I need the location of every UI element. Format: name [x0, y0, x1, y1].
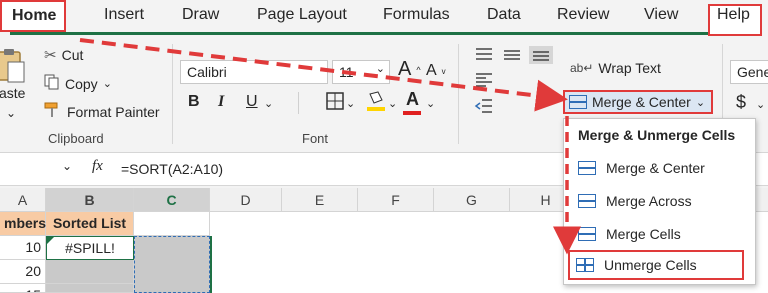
merge-center-icon [569, 95, 587, 109]
cell-a3[interactable]: 20 [0, 260, 46, 284]
column-header-f[interactable]: F [358, 188, 434, 212]
merge-cells-icon [578, 227, 596, 241]
font-size-value: 11 [339, 64, 354, 80]
clipboard-group-label: Clipboard [48, 131, 104, 146]
font-name-value: Calibri [187, 64, 227, 80]
increase-font-size-icon[interactable]: A ^ [398, 58, 421, 81]
format-painter-label: Format Painter [67, 103, 160, 120]
copy-dropdown-icon[interactable]: ⌄ [103, 77, 112, 90]
merge-across-icon [578, 194, 596, 208]
paste-icon[interactable] [0, 48, 28, 84]
underline-dropdown-icon[interactable]: ⌄ [264, 97, 273, 110]
currency-dropdown-icon[interactable]: ⌄ [756, 98, 765, 111]
chevron-down-icon[interactable]: ⌄ [376, 62, 385, 75]
font-size-box[interactable]: 11 ⌄ [332, 60, 390, 84]
decrease-indent-icon[interactable] [474, 98, 494, 119]
borders-dropdown-icon[interactable]: ⌄ [346, 97, 355, 110]
tab-view[interactable]: View [644, 6, 678, 24]
chevron-down-icon[interactable]: ⌄ [62, 159, 72, 173]
decrease-font-size-icon[interactable]: Av [426, 62, 446, 80]
ribbon-tab-bar: Home Insert Draw Page Layout Formulas Da… [0, 0, 768, 38]
cell-b3[interactable] [46, 260, 134, 284]
left-align-icon[interactable] [474, 72, 494, 93]
paste-dropdown-icon[interactable]: ⌄ [6, 106, 16, 120]
column-header-g[interactable]: G [434, 188, 510, 212]
column-header-b[interactable]: B [46, 188, 134, 212]
scissors-icon: ✂ [44, 47, 57, 64]
fill-color-icon[interactable] [366, 90, 386, 117]
tab-page-layout[interactable]: Page Layout [257, 6, 347, 24]
font-group-label: Font [302, 131, 329, 146]
copy-button[interactable]: Copy ⌄ [44, 74, 112, 93]
wrap-text-icon: ab↵ [570, 61, 594, 75]
column-header-d[interactable]: D [210, 188, 282, 212]
format-painter-button[interactable]: Format Painter [44, 102, 160, 121]
cell-a2[interactable]: 10 [0, 236, 46, 260]
cut-button[interactable]: ✂ Cut [44, 46, 83, 64]
menu-item-merge-across[interactable]: Merge Across [572, 186, 748, 216]
column-header-c[interactable]: C [134, 188, 210, 212]
selection-border [210, 236, 212, 293]
cell-a1[interactable]: mbers [0, 212, 46, 236]
tab-home-label: Home [12, 7, 57, 24]
tab-formulas[interactable]: Formulas [383, 6, 450, 24]
tab-home[interactable]: Home [0, 0, 758, 35]
menu-item-label: Unmerge Cells [604, 257, 697, 273]
merge-center-icon [578, 161, 596, 175]
italic-button[interactable]: I [218, 93, 224, 111]
wrap-text-label: Wrap Text [598, 60, 661, 76]
merge-dropdown-title: Merge & Unmerge Cells [578, 127, 736, 143]
formula-input[interactable]: =SORT(A2:A10) [121, 161, 223, 177]
menu-item-label: Merge Across [606, 193, 692, 209]
group-separator [172, 44, 173, 144]
menu-item-merge-center[interactable]: Merge & Center [572, 153, 748, 183]
fx-icon[interactable]: fx [92, 158, 103, 175]
fill-color-dropdown-icon[interactable]: ⌄ [388, 97, 397, 110]
cut-label: Cut [61, 47, 84, 63]
merge-dropdown-menu: Merge & Unmerge Cells Merge & Center Mer… [563, 118, 756, 285]
group-separator [458, 44, 459, 144]
copy-label: Copy [65, 75, 98, 92]
cell-b4[interactable] [46, 284, 134, 293]
divider [298, 92, 299, 114]
menu-item-label: Merge & Center [606, 160, 705, 176]
column-header-a[interactable]: A [0, 188, 46, 212]
error-indicator-icon [47, 237, 54, 244]
tab-help[interactable]: Help [717, 6, 750, 24]
cell-b1[interactable]: Sorted List [46, 212, 134, 236]
tab-insert[interactable]: Insert [104, 6, 144, 24]
tab-data[interactable]: Data [487, 6, 521, 24]
tab-draw[interactable]: Draw [182, 6, 219, 24]
column-header-e[interactable]: E [282, 188, 358, 212]
wrap-text-button[interactable]: ab↵ Wrap Text [570, 60, 661, 76]
bold-button[interactable]: B [188, 93, 200, 111]
currency-button[interactable]: $ [736, 92, 746, 113]
number-format-box[interactable]: Gene [730, 60, 768, 84]
number-format-value: Gene [737, 64, 768, 80]
font-color-swatch [403, 111, 421, 115]
paste-button[interactable]: aste [0, 85, 25, 101]
chevron-down-icon[interactable]: ⌄ [696, 96, 705, 109]
cell-b2[interactable]: #SPILL! [46, 236, 134, 260]
font-color-icon[interactable]: A [406, 89, 419, 110]
font-color-dropdown-icon[interactable]: ⌄ [426, 97, 435, 110]
tab-review[interactable]: Review [557, 6, 609, 24]
merge-center-label: Merge & Center [592, 94, 691, 110]
unmerge-cells-icon [576, 258, 594, 272]
active-tab-indicator [10, 32, 758, 35]
menu-item-unmerge-cells[interactable]: Unmerge Cells [568, 250, 744, 280]
merge-center-button[interactable]: Merge & Center ⌄ [563, 90, 713, 114]
copy-icon [44, 74, 60, 93]
borders-icon[interactable] [326, 92, 344, 115]
font-name-box[interactable]: Calibri [180, 60, 328, 84]
underline-button[interactable]: U [246, 93, 258, 111]
name-box[interactable]: ⌄ [0, 153, 78, 185]
menu-item-merge-cells[interactable]: Merge Cells [572, 219, 748, 249]
spill-range[interactable] [134, 236, 210, 293]
top-align-icon[interactable] [474, 46, 554, 69]
paintbrush-icon [44, 102, 62, 121]
cell-a4[interactable]: 15 [0, 284, 46, 293]
cell-c1[interactable] [134, 212, 210, 236]
menu-item-label: Merge Cells [606, 226, 681, 242]
